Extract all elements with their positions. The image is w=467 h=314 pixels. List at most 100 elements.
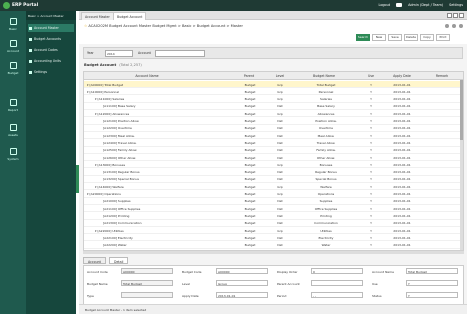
table-row[interactable]: [A21000] Supplies Budget Det Supplies Y 2013-… (84, 198, 463, 205)
menu-item-budget-accounts[interactable]: Budget Accounts (28, 35, 74, 43)
table-row[interactable]: ▾ [A12000] Allowances Budget Grp Allowances… (84, 110, 463, 118)
field-input[interactable]: 2013-01-01 (216, 292, 268, 298)
table-cell: [A12100] Position Allow. (103, 119, 140, 123)
detail-tabs: Account Detail (83, 257, 464, 264)
table-row[interactable]: [A12200] Overtime Budget Det Overtime Y 2013-… (84, 125, 463, 132)
logout-link[interactable]: Logout (379, 3, 391, 7)
table-row[interactable]: ▾ [A20000] Operations Budget Grp Operations… (84, 191, 463, 198)
table-row[interactable]: [A12400] Travel Allow. Budget Det Travel Al… (84, 139, 463, 147)
table-cell: Y (370, 235, 372, 240)
col-use[interactable]: Use (362, 74, 380, 78)
table-row[interactable]: [A12300] Meal Allow. Budget Det Meal Allow.… (84, 132, 463, 140)
table-row[interactable]: [A21300] Communication Budget Det Communica… (84, 220, 463, 227)
table-row[interactable]: [A13200] Special Bonus Budget Det Special B… (84, 176, 463, 184)
table-row[interactable]: ▾ [A10000] Personnel Budget Grp Personnel Y 2… (84, 88, 463, 96)
account-label: Account (138, 51, 151, 55)
new-button[interactable]: New (372, 34, 386, 41)
grid-horizontal-scrollbar[interactable] (83, 251, 464, 254)
tab-detail-detail[interactable]: Detail (109, 257, 129, 264)
table-row[interactable]: [A13100] Regular Bonus Budget Det Regular B… (84, 169, 463, 176)
scroll-thumb[interactable] (460, 80, 463, 140)
rail-item-report[interactable]: Report (0, 96, 26, 116)
table-cell: [A12600] Other Allow. (103, 155, 137, 160)
table-cell: Y (370, 89, 372, 94)
table-row[interactable]: [A11100] Base Salary Budget Det Base Salary… (84, 103, 463, 111)
table-cell: Salaries (320, 97, 332, 102)
table-row[interactable]: ▾ [A13000] Bonuses Budget Grp Bonuses Y 2013-… (84, 161, 463, 169)
grid-vertical-scrollbar[interactable] (460, 80, 463, 250)
tab-next-icon[interactable] (453, 13, 458, 18)
table-cell: Y (370, 199, 372, 204)
rail-item-budget[interactable]: Budget (0, 59, 26, 79)
table-row[interactable]: ▾ [A22000] Utilities Budget Grp Utilities Y 2… (84, 227, 463, 235)
table-cell: Budget (244, 228, 256, 233)
table-row[interactable]: [A22200] Water Budget Det Water Y 2013-01-01 (84, 242, 463, 249)
tab-close-all-icon[interactable] (459, 13, 464, 18)
print-button[interactable]: Print (436, 34, 450, 41)
account-search-input[interactable] (155, 50, 205, 57)
menu-item-accounting-units[interactable]: Accounting Units (28, 57, 74, 65)
rail-item-account[interactable]: Account (0, 37, 26, 57)
col-apply-date[interactable]: Apply Date (384, 74, 420, 78)
field-input[interactable]: 0 (311, 268, 363, 274)
table-row[interactable]: [A21100] Office Supplies Budget Det Office … (84, 205, 463, 213)
table-cell: Supplies (319, 199, 333, 204)
table-cell: Det (277, 126, 283, 131)
table-row[interactable]: ▾ [A14000] Welfare Budget Grp Welfare Y 2013-… (84, 183, 463, 191)
table-cell: Special Bonus (315, 177, 337, 182)
menu-item-settings[interactable]: Settings (28, 68, 74, 76)
tab-budget-account[interactable]: Budget Account (113, 12, 147, 20)
table-row[interactable]: ▾ [A11000] Salaries Budget Grp Salaries Y 201… (84, 96, 463, 103)
search-button[interactable]: Search (356, 34, 370, 41)
button-bar: Search New Save Delete Copy Print (79, 32, 467, 44)
field-input[interactable]: Y (406, 280, 458, 286)
close-icon[interactable] (459, 24, 463, 28)
field-input[interactable]: A00000 (216, 268, 268, 274)
refresh-icon[interactable] (452, 24, 456, 28)
field-input[interactable] (311, 280, 363, 286)
col-remark[interactable]: Remark (424, 74, 460, 78)
field-input[interactable] (121, 292, 173, 298)
field-input[interactable]: Group (216, 280, 268, 286)
help-icon[interactable] (445, 24, 449, 28)
user-links: Logout Admin (Dept / Team) Settings (379, 3, 463, 7)
tab-account-master[interactable]: Account Master (81, 12, 114, 20)
rail-item-basic[interactable]: Basic (0, 15, 26, 35)
table-cell: [A12300] Meal Allow. (103, 133, 135, 138)
table-cell: ▾ [A11000] Salaries (95, 97, 125, 102)
field-input[interactable]: A00000 (121, 268, 173, 274)
table-row[interactable]: ▾ [A00000] Total Budget Budget Grp Total Bu… (84, 81, 463, 89)
table-row[interactable]: [A21200] Printing Budget Det Printing Y 2013-… (84, 212, 463, 220)
col-level[interactable]: Level (270, 74, 290, 78)
delete-button[interactable]: Delete (404, 34, 418, 41)
table-cell: ▾ [A20000] Operations (87, 192, 121, 196)
tab-prev-icon[interactable] (447, 13, 452, 18)
favorite-star-icon[interactable]: ☆ (84, 24, 87, 28)
menu-item-account-master[interactable]: Account Master (28, 24, 74, 32)
table-cell: Y (370, 104, 372, 109)
table-cell: Det (277, 119, 283, 123)
table-row[interactable]: [A22100] Electricity Budget Det Electricity… (84, 234, 463, 242)
table-cell: [A13200] Special Bonus (103, 177, 139, 182)
table-cell: Budget (244, 104, 256, 109)
rail-item-system[interactable]: System (0, 145, 26, 165)
col-parent[interactable]: Parent (234, 74, 264, 78)
table-row[interactable]: [A12600] Other Allow. Budget Det Other Allo… (84, 154, 463, 162)
table-cell: 2013-01-01 (393, 148, 411, 153)
user-info-link[interactable]: Admin (Dept / Team) (408, 3, 443, 7)
menu-item-account-codes[interactable]: Account Codes (28, 46, 74, 54)
table-row[interactable]: [A12100] Position Allow. Budget Det Positio… (84, 118, 463, 125)
rail-item-assets[interactable]: Assets (0, 121, 26, 141)
field-input[interactable]: Y (406, 292, 458, 298)
tab-detail-account[interactable]: Account (83, 257, 106, 264)
settings-link[interactable]: Settings (449, 3, 463, 7)
save-button[interactable]: Save (388, 34, 402, 41)
col-budget-name[interactable]: Budget Name (294, 74, 354, 78)
copy-button[interactable]: Copy (420, 34, 434, 41)
field-input[interactable]: - - (311, 292, 363, 298)
field-input[interactable]: Total Budget (121, 280, 173, 286)
table-row[interactable]: [A12500] Family Allow. Budget Det Family Al… (84, 147, 463, 154)
year-select[interactable]: 2014 (105, 50, 133, 57)
field-input[interactable]: Total Budget (406, 268, 458, 274)
col-account-name[interactable]: Account Name (87, 74, 207, 78)
